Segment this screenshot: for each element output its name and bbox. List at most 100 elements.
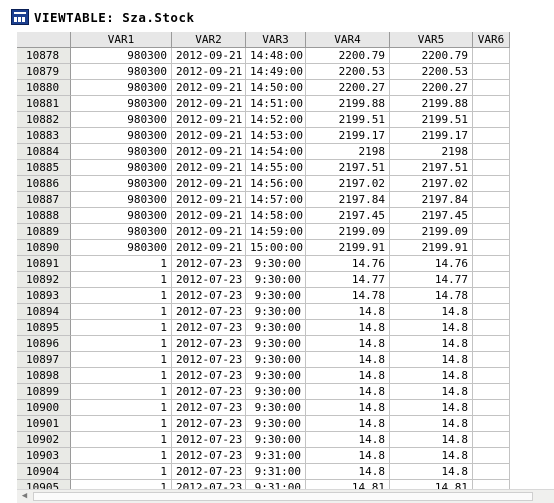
table-cell[interactable] bbox=[473, 160, 510, 176]
table-cell[interactable]: 2012-09-21 bbox=[172, 192, 246, 208]
table-cell[interactable]: 15:00:00 bbox=[246, 240, 306, 256]
table-cell[interactable]: 2012-09-21 bbox=[172, 64, 246, 80]
table-cell[interactable]: 2197.02 bbox=[306, 176, 390, 192]
table-cell[interactable] bbox=[473, 352, 510, 368]
table-cell[interactable]: 14.8 bbox=[390, 304, 473, 320]
table-cell[interactable]: 1 bbox=[71, 256, 172, 272]
table-row[interactable]: 10879 980300 2012-09-21 14:49:00 2200.53 2200… bbox=[17, 64, 510, 80]
table-cell[interactable]: 14.78 bbox=[306, 288, 390, 304]
table-cell[interactable]: 2012-09-21 bbox=[172, 144, 246, 160]
row-number[interactable]: 10881 bbox=[17, 96, 71, 112]
table-cell[interactable]: 9:30:00 bbox=[246, 304, 306, 320]
table-cell[interactable]: 2012-09-21 bbox=[172, 96, 246, 112]
row-number[interactable]: 10878 bbox=[17, 48, 71, 64]
table-cell[interactable] bbox=[473, 320, 510, 336]
table-cell[interactable]: 2012-09-21 bbox=[172, 240, 246, 256]
table-cell[interactable] bbox=[473, 432, 510, 448]
row-number[interactable]: 10889 bbox=[17, 224, 71, 240]
table-row[interactable]: 10892 1 2012-07-23 9:30:00 14.77 14.77 bbox=[17, 272, 510, 288]
table-cell[interactable]: 980300 bbox=[71, 64, 172, 80]
column-header-var4[interactable]: VAR4 bbox=[306, 32, 390, 48]
row-number[interactable]: 10902 bbox=[17, 432, 71, 448]
table-cell[interactable] bbox=[473, 304, 510, 320]
table-row[interactable]: 10886 980300 2012-09-21 14:56:00 2197.02 2197… bbox=[17, 176, 510, 192]
table-row[interactable]: 10893 1 2012-07-23 9:30:00 14.78 14.78 bbox=[17, 288, 510, 304]
table-cell[interactable]: 14.8 bbox=[306, 432, 390, 448]
table-cell[interactable]: 980300 bbox=[71, 176, 172, 192]
table-cell[interactable]: 9:30:00 bbox=[246, 320, 306, 336]
table-cell[interactable]: 2199.09 bbox=[390, 224, 473, 240]
row-number[interactable]: 10897 bbox=[17, 352, 71, 368]
table-cell[interactable]: 2012-07-23 bbox=[172, 272, 246, 288]
table-row[interactable]: 10895 1 2012-07-23 9:30:00 14.8 14.8 bbox=[17, 320, 510, 336]
table-row[interactable]: 10901 1 2012-07-23 9:30:00 14.8 14.8 bbox=[17, 416, 510, 432]
table-cell[interactable]: 9:30:00 bbox=[246, 368, 306, 384]
table-cell[interactable]: 14.8 bbox=[306, 400, 390, 416]
table-row[interactable]: 10896 1 2012-07-23 9:30:00 14.8 14.8 bbox=[17, 336, 510, 352]
table-cell[interactable]: 2012-07-23 bbox=[172, 416, 246, 432]
table-cell[interactable]: 14:48:00 bbox=[246, 48, 306, 64]
row-number[interactable]: 10900 bbox=[17, 400, 71, 416]
table-row[interactable]: 10883 980300 2012-09-21 14:53:00 2199.17 2199… bbox=[17, 128, 510, 144]
table-cell[interactable]: 2012-09-21 bbox=[172, 48, 246, 64]
table-cell[interactable] bbox=[473, 240, 510, 256]
column-header-var6[interactable]: VAR6 bbox=[473, 32, 510, 48]
table-cell[interactable] bbox=[473, 464, 510, 480]
table-cell[interactable]: 14:52:00 bbox=[246, 112, 306, 128]
table-cell[interactable]: 14.77 bbox=[306, 272, 390, 288]
row-number[interactable]: 10885 bbox=[17, 160, 71, 176]
table-cell[interactable]: 2200.53 bbox=[390, 64, 473, 80]
table-cell[interactable]: 1 bbox=[71, 448, 172, 464]
table-cell[interactable] bbox=[473, 256, 510, 272]
table-cell[interactable]: 9:30:00 bbox=[246, 400, 306, 416]
row-number[interactable]: 10895 bbox=[17, 320, 71, 336]
table-cell[interactable]: 980300 bbox=[71, 192, 172, 208]
table-row[interactable]: 10878 980300 2012-09-21 14:48:00 2200.79 2200… bbox=[17, 48, 510, 64]
table-cell[interactable]: 2198 bbox=[306, 144, 390, 160]
table-cell[interactable] bbox=[473, 208, 510, 224]
horizontal-scrollbar[interactable]: ◀ bbox=[17, 489, 554, 503]
table-cell[interactable]: 2199.17 bbox=[390, 128, 473, 144]
table-cell[interactable]: 2199.91 bbox=[306, 240, 390, 256]
table-cell[interactable]: 14.8 bbox=[390, 416, 473, 432]
table-cell[interactable]: 980300 bbox=[71, 160, 172, 176]
table-cell[interactable]: 9:30:00 bbox=[246, 352, 306, 368]
row-number[interactable]: 10893 bbox=[17, 288, 71, 304]
table-cell[interactable] bbox=[473, 96, 510, 112]
row-number[interactable]: 10884 bbox=[17, 144, 71, 160]
table-cell[interactable]: 2012-09-21 bbox=[172, 128, 246, 144]
table-cell[interactable]: 1 bbox=[71, 288, 172, 304]
table-cell[interactable]: 14:57:00 bbox=[246, 192, 306, 208]
table-cell[interactable]: 2197.02 bbox=[390, 176, 473, 192]
table-cell[interactable]: 1 bbox=[71, 304, 172, 320]
table-row[interactable]: 10884 980300 2012-09-21 14:54:00 2198 2198 bbox=[17, 144, 510, 160]
table-cell[interactable]: 1 bbox=[71, 432, 172, 448]
table-cell[interactable]: 2012-07-23 bbox=[172, 256, 246, 272]
table-cell[interactable]: 980300 bbox=[71, 224, 172, 240]
table-cell[interactable]: 2197.84 bbox=[390, 192, 473, 208]
row-number[interactable]: 10894 bbox=[17, 304, 71, 320]
table-cell[interactable]: 1 bbox=[71, 400, 172, 416]
table-cell[interactable]: 1 bbox=[71, 320, 172, 336]
table-row[interactable]: 10898 1 2012-07-23 9:30:00 14.8 14.8 bbox=[17, 368, 510, 384]
row-number[interactable]: 10886 bbox=[17, 176, 71, 192]
table-cell[interactable]: 14.8 bbox=[306, 464, 390, 480]
table-cell[interactable] bbox=[473, 368, 510, 384]
row-number[interactable]: 10903 bbox=[17, 448, 71, 464]
table-cell[interactable]: 2012-09-21 bbox=[172, 224, 246, 240]
table-cell[interactable] bbox=[473, 112, 510, 128]
table-cell[interactable]: 2012-09-21 bbox=[172, 176, 246, 192]
title-bar[interactable]: VIEWTABLE: Sza.Stock bbox=[0, 0, 554, 32]
table-cell[interactable] bbox=[473, 144, 510, 160]
table-cell[interactable]: 980300 bbox=[71, 96, 172, 112]
row-number[interactable]: 10898 bbox=[17, 368, 71, 384]
data-grid[interactable]: VAR1 VAR2 VAR3 VAR4 VAR5 VAR6 10878 980300 2012-… bbox=[17, 32, 554, 490]
table-cell[interactable]: 2199.91 bbox=[390, 240, 473, 256]
table-cell[interactable]: 2197.84 bbox=[306, 192, 390, 208]
table-row[interactable]: 10889 980300 2012-09-21 14:59:00 2199.09 2199… bbox=[17, 224, 510, 240]
scroll-left-icon[interactable]: ◀ bbox=[18, 491, 31, 502]
row-number[interactable]: 10901 bbox=[17, 416, 71, 432]
column-header-var5[interactable]: VAR5 bbox=[390, 32, 473, 48]
table-cell[interactable]: 1 bbox=[71, 352, 172, 368]
table-cell[interactable] bbox=[473, 192, 510, 208]
